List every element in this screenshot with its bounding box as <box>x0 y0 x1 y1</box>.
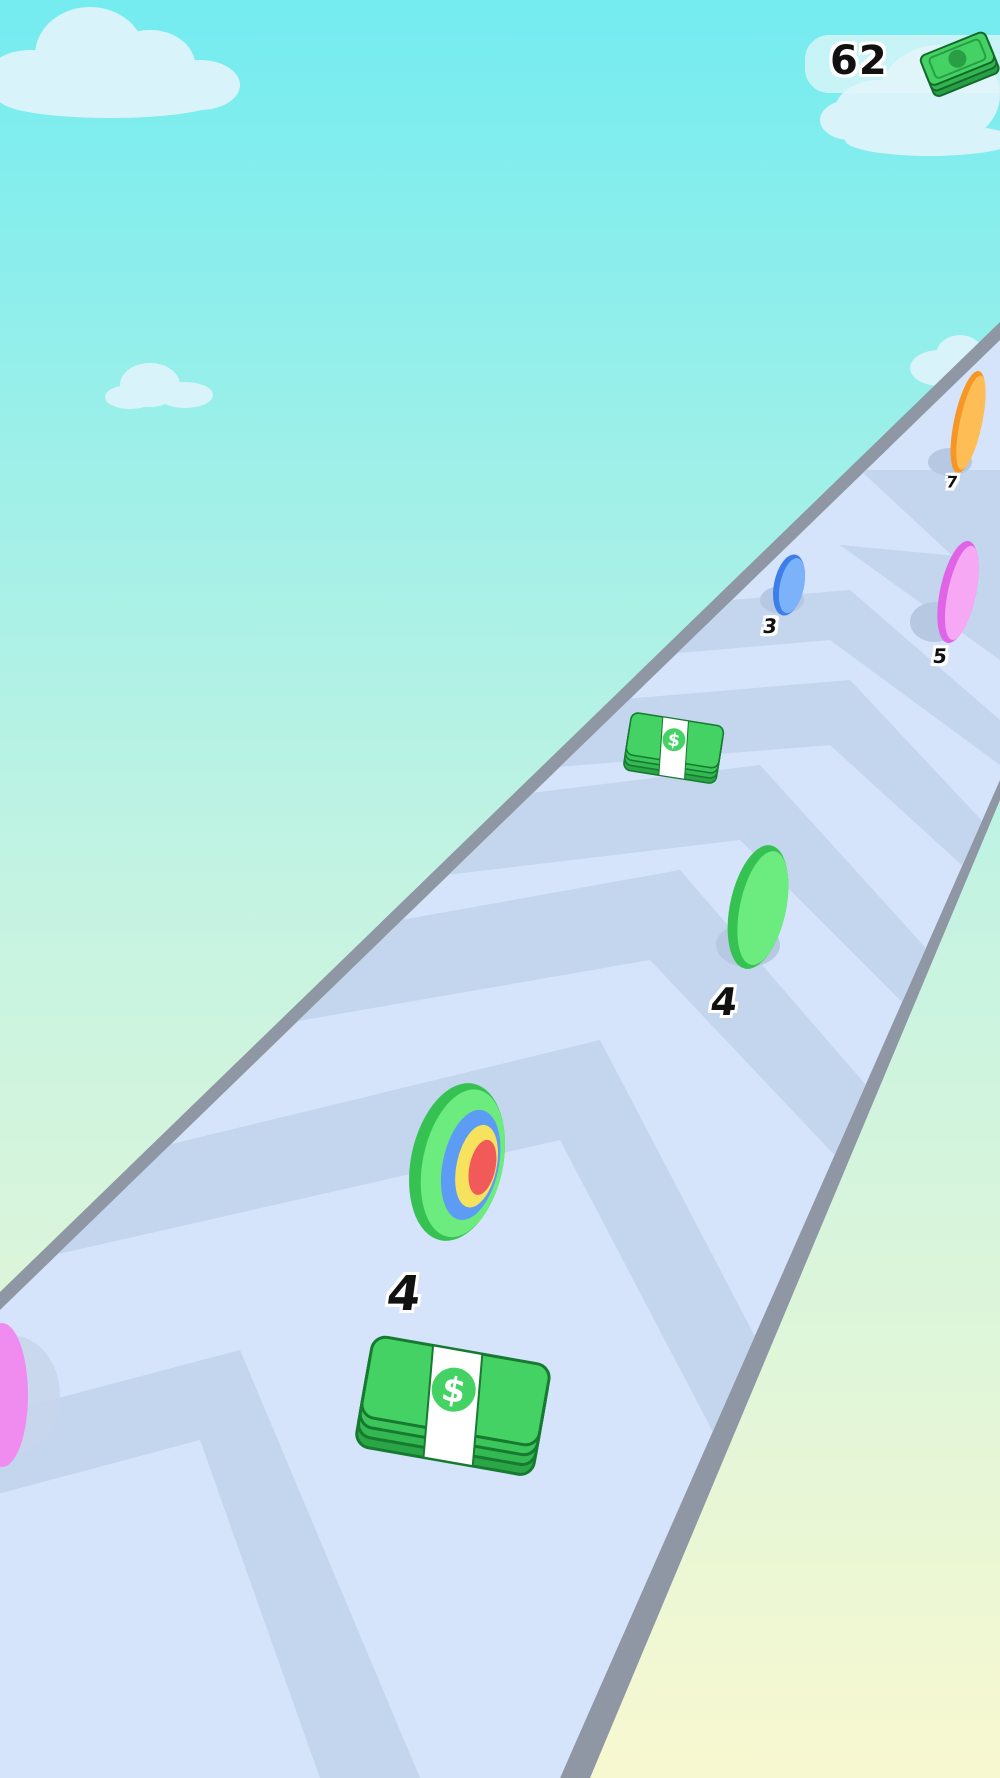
money-counter: 62 <box>805 31 1000 97</box>
cash-stack-icon <box>919 31 1000 97</box>
game-scene: $ <box>0 0 1000 1778</box>
money-amount: 62 <box>830 38 888 84</box>
